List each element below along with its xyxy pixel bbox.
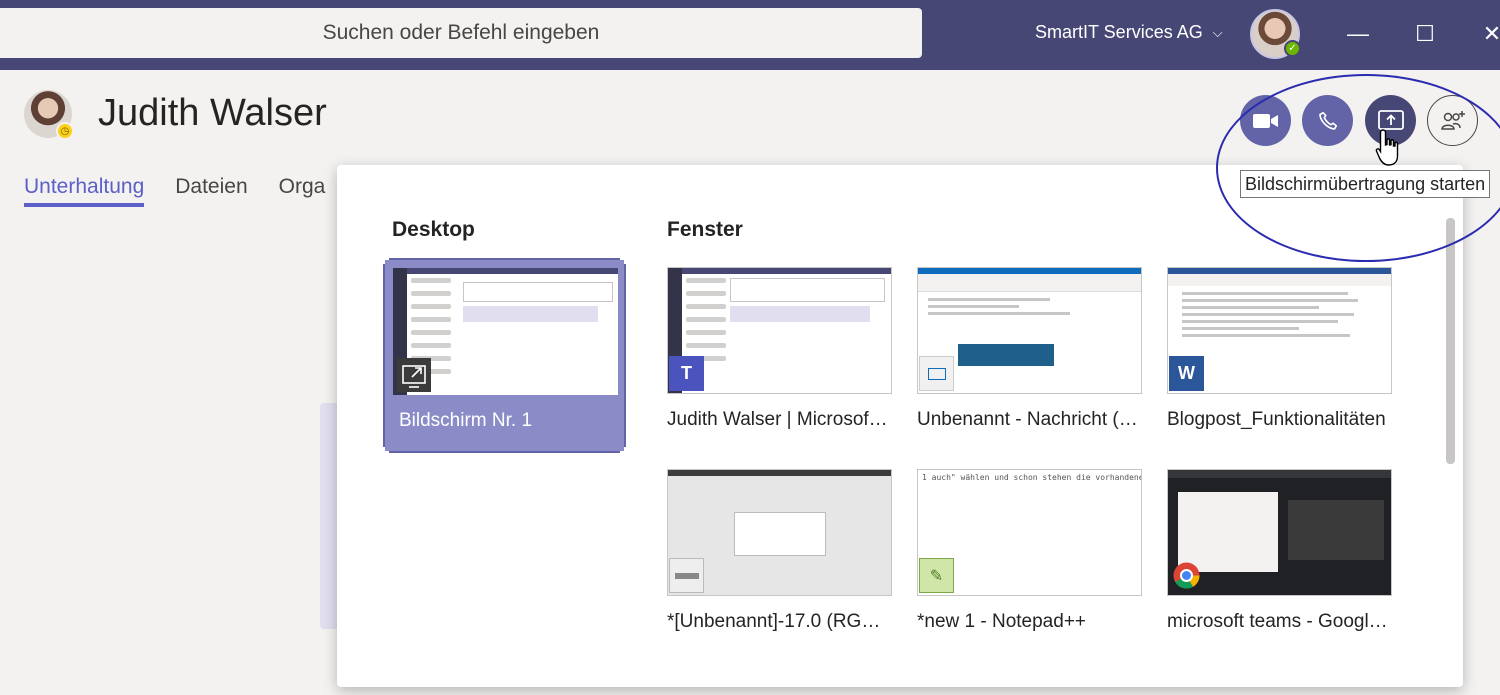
window-label: Judith Walser | Microsoft Teams: [667, 409, 892, 430]
away-status-icon: ◷: [56, 122, 74, 140]
share-screen-tooltip: Bildschirmübertragung starten: [1240, 170, 1491, 198]
notepad-snippet: 1 auch" wählen und schon stehen die vorh…: [922, 473, 1141, 482]
window-label: *[Unbenannt]-17.0 (RGB-Farbe 8-Bit): [667, 611, 892, 632]
minimize-button[interactable]: —: [1338, 14, 1378, 54]
available-status-icon: ✓: [1284, 40, 1301, 57]
tab-files[interactable]: Dateien: [175, 175, 247, 207]
window-label: Blogpost_Funktionalitäten: [1167, 409, 1386, 430]
outlook-icon: [919, 356, 954, 391]
desktop-option-label: Bildschirm Nr. 1: [399, 410, 533, 431]
close-icon: ✕: [1482, 21, 1500, 46]
tab-conversation[interactable]: Unterhaltung: [24, 175, 145, 207]
panel-scrollbar[interactable]: [1446, 218, 1455, 464]
window-label: *new 1 - Notepad++: [917, 611, 1087, 632]
screen-share-icon: [397, 358, 431, 392]
notepadpp-icon: ✎: [919, 558, 954, 593]
desktop-screen-option[interactable]: Bildschirm Nr. 1: [383, 258, 626, 453]
tab-org[interactable]: Orga: [279, 175, 326, 207]
org-switcher[interactable]: SmartIT Services AG ⌵: [1035, 22, 1223, 43]
maximize-button[interactable]: ☐: [1405, 14, 1445, 54]
highlight-ellipse: [1216, 74, 1500, 262]
org-name: SmartIT Services AG: [1035, 22, 1203, 42]
minimize-icon: —: [1347, 21, 1369, 46]
teams-icon: T: [669, 356, 704, 391]
window-section-title: Fenster: [667, 218, 743, 241]
chrome-icon: [1173, 562, 1200, 589]
gimp-icon: [669, 558, 704, 593]
close-window-button[interactable]: ✕: [1472, 14, 1500, 54]
window-label: microsoft teams - Google Chrome: [1167, 611, 1392, 632]
search-input[interactable]: Suchen oder Befehl eingeben: [0, 8, 922, 58]
word-icon: W: [1169, 356, 1204, 391]
chevron-down-icon: ⌵: [1212, 24, 1223, 40]
maximize-icon: ☐: [1415, 21, 1435, 46]
contact-name: Judith Walser: [98, 92, 327, 134]
search-placeholder: Suchen oder Befehl eingeben: [322, 21, 600, 44]
tab-bar: Unterhaltung Dateien Orga: [24, 175, 325, 207]
window-label: Unbenannt - Nachricht (HTML): [917, 409, 1142, 430]
desktop-section-title: Desktop: [392, 218, 475, 241]
